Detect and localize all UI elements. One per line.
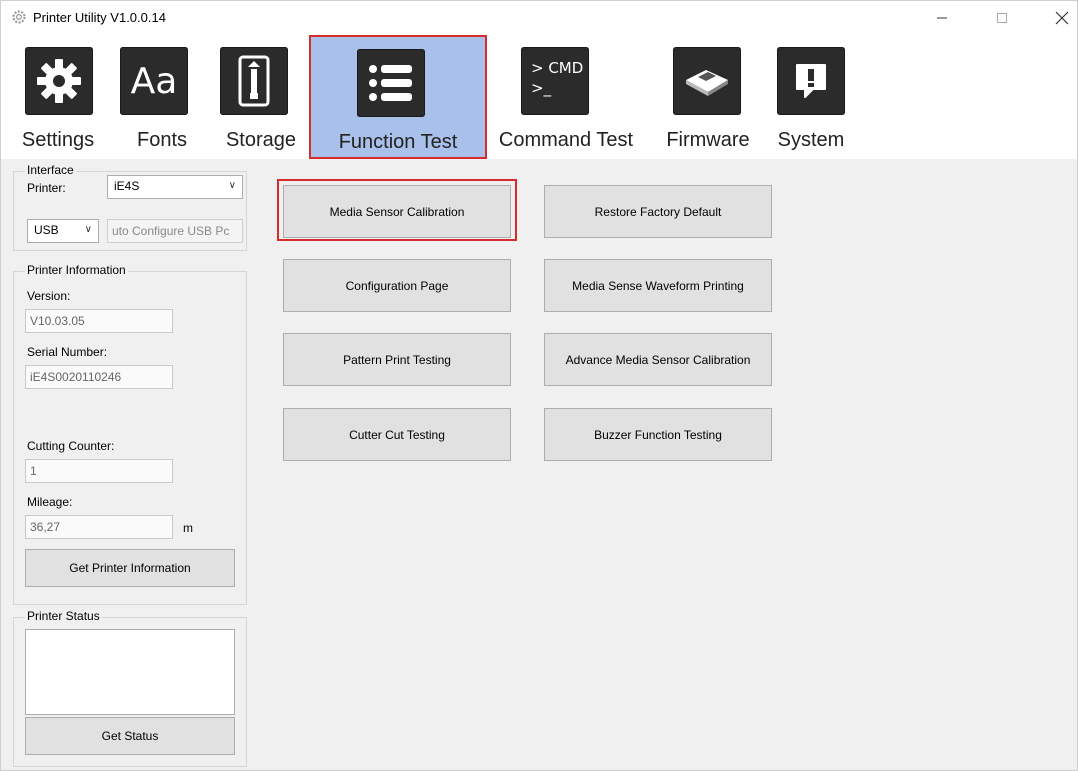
font-glyph: Aa	[130, 60, 178, 102]
port-select[interactable]: USB ∨	[27, 219, 99, 243]
printer-select[interactable]: iE4S ∨	[107, 175, 243, 199]
serial-field: iE4S0020110246	[25, 365, 173, 389]
main-toolbar: Settings Aa Fonts Storage Function Test …	[1, 35, 1077, 159]
font-icon: Aa	[120, 47, 188, 115]
cmd-glyph-line2: >_	[531, 79, 552, 97]
tab-label: Fonts	[136, 129, 188, 151]
cmd-glyph-line1: > CMD	[531, 59, 584, 77]
minimize-button[interactable]	[919, 1, 965, 35]
pattern-print-testing-button[interactable]: Pattern Print Testing	[283, 333, 511, 386]
maximize-icon	[997, 13, 1007, 23]
cutting-counter-label: Cutting Counter:	[27, 439, 115, 453]
left-panel: Interface Printer: iE4S ∨ USB ∨ uto Conf…	[9, 159, 251, 769]
close-button[interactable]	[1039, 1, 1078, 35]
printer-select-value: iE4S	[114, 179, 140, 193]
close-icon	[1055, 11, 1069, 25]
chevron-down-icon: ∨	[84, 224, 92, 235]
mileage-label: Mileage:	[27, 495, 73, 509]
list-icon	[357, 49, 425, 117]
title-bar: Printer Utility V1.0.0.14	[1, 1, 1077, 35]
version-label: Version:	[27, 289, 71, 303]
highlight-box	[277, 179, 517, 241]
buzzer-function-testing-button[interactable]: Buzzer Function Testing	[544, 408, 772, 461]
tab-fonts[interactable]: Aa Fonts	[115, 35, 209, 159]
tab-function-test[interactable]: Function Test	[309, 35, 487, 159]
cutter-cut-testing-button[interactable]: Cutter Cut Testing	[283, 408, 511, 461]
tab-system[interactable]: System	[775, 35, 847, 159]
gear-icon	[25, 47, 93, 115]
auto-configure-usb-button[interactable]: uto Configure USB Pc	[107, 219, 243, 243]
printer-status-box[interactable]	[25, 629, 235, 715]
minimize-icon	[937, 17, 947, 19]
app-gear-icon	[12, 10, 26, 24]
cutting-counter-field: 1	[25, 459, 173, 483]
window-title: Printer Utility V1.0.0.14	[33, 10, 166, 25]
get-printer-information-button[interactable]: Get Printer Information	[25, 549, 235, 587]
get-status-button[interactable]: Get Status	[25, 717, 235, 755]
tab-label: Storage	[225, 129, 297, 151]
advance-media-sensor-calibration-button[interactable]: Advance Media Sensor Calibration	[544, 333, 772, 386]
storage-icon	[220, 47, 288, 115]
printer-status-title: Printer Status	[25, 609, 102, 623]
tab-label: Settings	[21, 129, 95, 151]
cmd-icon: > CMD >_	[521, 47, 589, 115]
tab-storage[interactable]: Storage	[215, 35, 307, 159]
interface-title: Interface	[25, 163, 76, 177]
mileage-unit: m	[183, 521, 193, 535]
tab-label: Command Test	[498, 129, 634, 151]
maximize-button[interactable]	[979, 1, 1025, 35]
printer-info-title: Printer Information	[25, 263, 128, 277]
tab-label: Function Test	[338, 131, 458, 153]
mileage-field: 36,27	[25, 515, 173, 539]
port-select-value: USB	[34, 223, 59, 237]
tab-settings[interactable]: Settings	[5, 35, 111, 159]
media-sense-waveform-printing-button[interactable]: Media Sense Waveform Printing	[544, 259, 772, 312]
alert-icon	[777, 47, 845, 115]
chip-icon	[673, 47, 741, 115]
printer-label: Printer:	[27, 181, 66, 195]
version-field: V10.03.05	[25, 309, 173, 333]
serial-label: Serial Number:	[27, 345, 108, 359]
tab-command-test[interactable]: > CMD >_ Command Test	[487, 35, 645, 159]
tab-label: System	[777, 129, 845, 151]
tab-firmware[interactable]: Firmware	[653, 35, 763, 159]
configuration-page-button[interactable]: Configuration Page	[283, 259, 511, 312]
tab-label: Firmware	[666, 129, 750, 151]
restore-factory-default-button[interactable]: Restore Factory Default	[544, 185, 772, 238]
app-window: Printer Utility V1.0.0.14 Settings Aa Fo…	[0, 0, 1078, 771]
chevron-down-icon: ∨	[228, 180, 236, 191]
